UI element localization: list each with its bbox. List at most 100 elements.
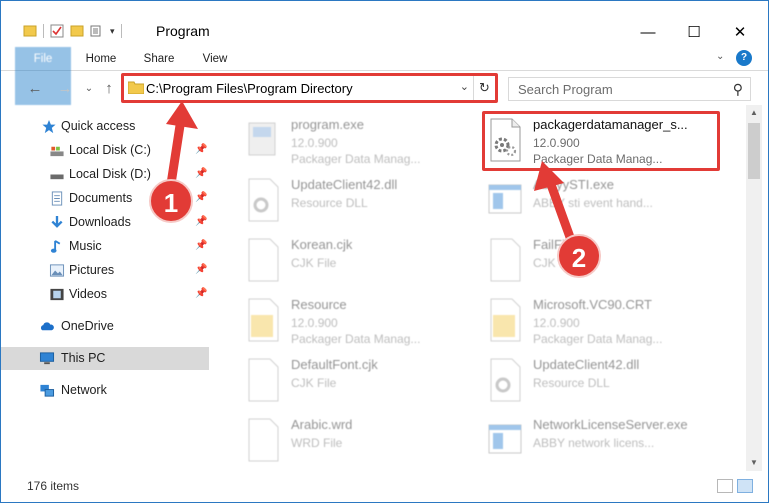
videos-icon xyxy=(50,288,64,301)
nav-item-music[interactable]: Music 📌 xyxy=(1,235,209,258)
file-name: Resource xyxy=(291,297,347,312)
expand-ribbon-icon[interactable]: ⌄ xyxy=(716,51,730,65)
back-button[interactable]: ← xyxy=(25,80,45,98)
file-item[interactable]: Arabic.wrd WRD File xyxy=(241,411,489,469)
up-button[interactable]: ↑ xyxy=(99,80,119,98)
file-item[interactable]: Korean.cjk CJK File xyxy=(241,231,489,289)
file-item[interactable]: AbbyySTI.exe ABBY sti event hand... xyxy=(483,171,731,229)
nav-item-this-pc[interactable]: This PC xyxy=(1,347,209,370)
file-description: WRD File xyxy=(291,436,343,450)
pin-icon[interactable]: 📌 xyxy=(195,144,207,155)
file-name: program.exe xyxy=(291,117,364,132)
ribbon-tabs: File Home Share View ⌄ ? xyxy=(1,47,768,105)
file-item[interactable]: DefaultFont.cjk CJK File xyxy=(241,351,489,409)
file-item[interactable]: FailFile.cjk CJK File xyxy=(483,231,731,289)
folder-icon xyxy=(23,25,37,37)
star-icon xyxy=(42,119,56,134)
blank-file-icon xyxy=(248,358,279,402)
nav-item-local-disk-c[interactable]: Local Disk (C:) 📌 xyxy=(1,139,209,162)
help-icon[interactable]: ? xyxy=(736,50,752,66)
window-title: Program xyxy=(156,23,210,39)
item-count: 176 items xyxy=(27,479,80,493)
scroll-down-icon[interactable]: ▼ xyxy=(746,455,762,471)
exe-window-icon xyxy=(488,184,522,214)
search-box[interactable]: Search Program ⚲ xyxy=(508,77,751,101)
search-icon: ⚲ xyxy=(732,81,743,97)
file-description: Resource DLL xyxy=(533,376,610,390)
pin-icon[interactable]: 📌 xyxy=(195,192,207,203)
new-folder-icon[interactable] xyxy=(70,24,84,38)
recent-locations-button[interactable]: ⌄ xyxy=(79,80,99,98)
file-item[interactable]: NetworkLicenseServer.exe ABBY network li… xyxy=(483,411,731,469)
explorer-window: ▾ Program — ☐ ✕ File Home Share View ⌄ ?… xyxy=(0,0,769,503)
dll-gear-icon xyxy=(248,178,279,222)
title-bar: ▾ Program — ☐ ✕ xyxy=(1,1,768,45)
scroll-up-icon[interactable]: ▲ xyxy=(746,105,762,121)
file-name: UpdateClient42.dll xyxy=(533,357,640,372)
chevron-down-icon[interactable]: ▾ xyxy=(110,26,115,37)
file-item[interactable]: UpdateClient42.dll Resource DLL xyxy=(241,171,489,229)
nav-item-pictures[interactable]: Pictures 📌 xyxy=(1,259,209,282)
nav-item-label: Videos xyxy=(69,287,107,301)
file-description: ABBY network licens... xyxy=(533,436,655,450)
file-version: 12.0.900 xyxy=(291,136,338,150)
blank-file-icon xyxy=(248,418,279,462)
vertical-scrollbar[interactable]: ▲ ▼ xyxy=(746,105,762,471)
tab-share[interactable]: Share xyxy=(137,47,181,71)
documents-icon xyxy=(51,191,63,206)
forward-button[interactable]: → xyxy=(55,80,75,98)
pin-icon[interactable]: 📌 xyxy=(195,168,207,179)
pin-icon[interactable]: 📌 xyxy=(195,288,207,299)
nav-item-videos[interactable]: Videos 📌 xyxy=(1,283,209,306)
nav-item-label: Network xyxy=(61,383,107,397)
nav-item-label: Quick access xyxy=(61,119,136,133)
nav-item-label: Pictures xyxy=(69,263,115,277)
onedrive-icon xyxy=(40,322,54,331)
file-description: ABBY sti event hand... xyxy=(533,196,653,210)
status-bar: 176 items xyxy=(1,473,768,501)
file-item[interactable]: Microsoft.VC90.CRT 12.0.900 Packager Dat… xyxy=(483,291,731,349)
nav-item-label: Downloads xyxy=(69,215,131,229)
nav-item-label: Documents xyxy=(69,191,133,205)
blank-file-icon xyxy=(248,238,279,282)
nav-item-label: OneDrive xyxy=(61,319,114,333)
pin-icon[interactable]: 📌 xyxy=(195,216,207,227)
pc-icon xyxy=(39,352,55,365)
navigation-pane: Quick access Local Disk (C:) 📌 Local Dis… xyxy=(1,107,210,467)
quick-access-toolbar: ▾ xyxy=(23,21,122,41)
file-item[interactable]: UpdateClient42.dll Resource DLL xyxy=(483,351,731,409)
download-icon xyxy=(51,215,63,228)
scrollbar-thumb[interactable] xyxy=(748,123,760,179)
pin-icon[interactable]: 📌 xyxy=(195,240,207,251)
tab-view[interactable]: View xyxy=(193,47,237,71)
details-view-icon[interactable] xyxy=(717,479,733,493)
folder-file-icon xyxy=(248,298,279,342)
music-icon xyxy=(50,240,61,253)
close-button[interactable]: ✕ xyxy=(717,21,763,43)
file-item[interactable]: Resource 12.0.900 Packager Data Manag... xyxy=(241,291,489,349)
customize-toolbar-icon[interactable] xyxy=(90,24,104,38)
file-name: Korean.cjk xyxy=(291,237,353,252)
drive-icon xyxy=(50,174,64,180)
nav-item-quick-access[interactable]: Quick access xyxy=(1,115,209,138)
file-description: CJK File xyxy=(291,376,337,390)
file-name: AbbyySTI.exe xyxy=(533,177,614,192)
large-icons-view-icon[interactable] xyxy=(737,479,753,493)
maximize-button[interactable]: ☐ xyxy=(671,21,717,43)
folder-file-icon xyxy=(490,298,521,342)
search-input[interactable]: Search Program xyxy=(518,82,613,97)
nav-item-label: Music xyxy=(69,239,102,253)
file-description: Packager Data Manag... xyxy=(291,332,421,346)
properties-icon[interactable] xyxy=(50,24,64,38)
nav-item-network[interactable]: Network xyxy=(1,379,209,402)
file-name: Microsoft.VC90.CRT xyxy=(533,297,652,312)
drive-icon xyxy=(50,146,64,157)
nav-item-onedrive[interactable]: OneDrive xyxy=(1,315,209,338)
tab-home[interactable]: Home xyxy=(79,47,123,71)
nav-item-label: Local Disk (D:) xyxy=(69,167,151,181)
pin-icon[interactable]: 📌 xyxy=(195,264,207,275)
nav-item-label: Local Disk (C:) xyxy=(69,143,151,157)
file-item[interactable]: program.exe 12.0.900 Packager Data Manag… xyxy=(241,111,489,169)
minimize-button[interactable]: — xyxy=(625,21,671,43)
file-name: UpdateClient42.dll xyxy=(291,177,398,192)
